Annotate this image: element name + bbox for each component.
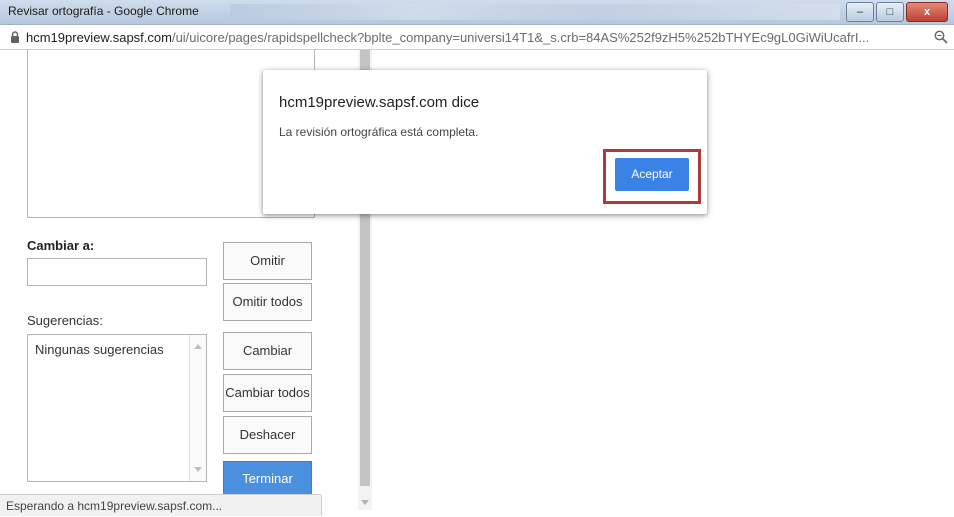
address-bar[interactable]: hcm19preview.sapsf.com/ui/uicore/pages/r… bbox=[0, 25, 954, 50]
scroll-down-icon[interactable] bbox=[361, 500, 369, 505]
dialog-message: La revisión ortográfica está completa. bbox=[279, 125, 479, 139]
list-item[interactable]: Ningunas sugerencias bbox=[35, 342, 164, 357]
status-text: Esperando a hcm19preview.sapsf.com... bbox=[0, 494, 322, 516]
suggestions-label: Sugerencias: bbox=[27, 313, 103, 328]
change-button[interactable]: Cambiar bbox=[223, 332, 312, 370]
scroll-up-icon[interactable] bbox=[194, 344, 202, 349]
window-title: Revisar ortografía - Google Chrome bbox=[8, 4, 199, 18]
lock-icon bbox=[11, 31, 19, 43]
suggestions-scrollbar[interactable] bbox=[189, 335, 206, 481]
zoom-icon[interactable] bbox=[934, 30, 948, 44]
url-domain: hcm19preview.sapsf.com bbox=[26, 30, 172, 45]
dialog-title: hcm19preview.sapsf.com dice bbox=[279, 94, 480, 111]
suggestions-list[interactable]: Ningunas sugerencias bbox=[27, 334, 207, 482]
window-controls: – □ x bbox=[846, 2, 948, 22]
maximize-button[interactable]: □ bbox=[876, 2, 904, 22]
change-to-label: Cambiar a: bbox=[27, 238, 95, 253]
ignore-button[interactable]: Omitir bbox=[223, 242, 312, 280]
window-titlebar: Revisar ortografía - Google Chrome – □ x bbox=[0, 0, 954, 25]
close-button[interactable]: x bbox=[906, 2, 948, 22]
finish-button[interactable]: Terminar bbox=[223, 461, 312, 495]
minimize-button[interactable]: – bbox=[846, 2, 874, 22]
scroll-down-icon[interactable] bbox=[194, 467, 202, 472]
change-all-button[interactable]: Cambiar todos bbox=[223, 374, 312, 412]
url-path: /ui/uicore/pages/rapidspellcheck?bplte_c… bbox=[171, 30, 870, 45]
undo-button[interactable]: Deshacer bbox=[223, 416, 312, 454]
page-content: Cambiar a: Sugerencias: Ningunas sugeren… bbox=[0, 50, 954, 516]
alert-dialog: hcm19preview.sapsf.com dice La revisión … bbox=[263, 70, 707, 214]
ignore-all-button[interactable]: Omitir todos bbox=[223, 283, 312, 321]
blurred-background-toolbar bbox=[230, 4, 840, 20]
accept-button[interactable]: Aceptar bbox=[615, 158, 689, 191]
change-to-input[interactable] bbox=[27, 258, 207, 286]
url-text[interactable]: hcm19preview.sapsf.com/ui/uicore/pages/r… bbox=[26, 30, 926, 45]
